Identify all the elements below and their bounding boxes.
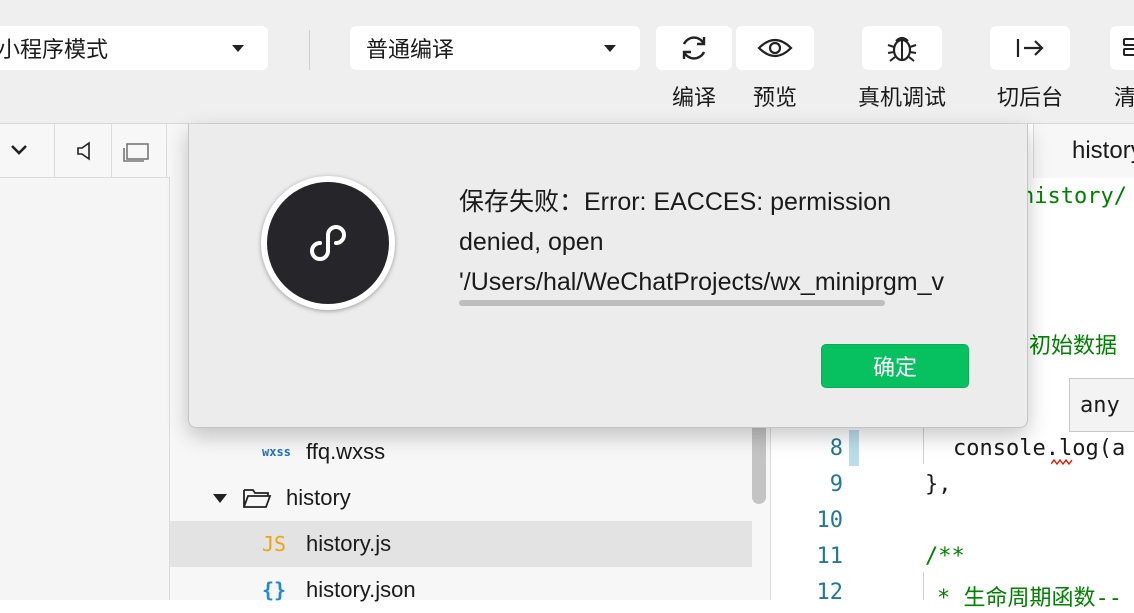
hover-tooltip-text: any [1080, 393, 1120, 418]
compile-mode-select[interactable]: 普通编译 [350, 26, 640, 70]
chevron-down-icon [604, 45, 616, 52]
speaker-icon[interactable] [76, 141, 94, 161]
wxss-file-icon: wxss [262, 445, 291, 459]
save-error-dialog: 保存失败：Error: EACCES: permission denied, o… [188, 124, 1028, 428]
error-squiggle [1051, 458, 1073, 466]
tree-item-label: history.js [306, 531, 392, 556]
editor-tab-history[interactable]: history [1033, 124, 1134, 178]
modified-line-marker [849, 430, 859, 466]
line-number: 10 [816, 508, 844, 533]
line-number: 8 [829, 436, 843, 461]
toolbar-divider [111, 124, 112, 178]
compile-button[interactable] [656, 26, 732, 70]
chevron-down-icon [232, 45, 244, 52]
code-line: /** [925, 544, 965, 569]
toolbar-divider [166, 124, 167, 178]
toolbar-divider [309, 30, 310, 70]
dialog-message-scrollbar[interactable] [459, 300, 885, 306]
dialog-message-line: '/Users/hal/WeChatProjects/wx_miniprgm_v [459, 268, 945, 296]
ok-button-label: 确定 [872, 355, 917, 380]
window-icon[interactable] [122, 142, 150, 162]
mini-program-icon [310, 225, 346, 261]
toolbar-divider [54, 124, 55, 178]
editor-tab-label: history [1072, 137, 1134, 164]
ok-button[interactable]: 确定 [821, 344, 969, 388]
json-file-icon: {} [262, 578, 287, 602]
app-logo-inner [267, 182, 389, 304]
compile-mode-value: 普通编译 [366, 37, 455, 62]
preview-button-label: 预览 [752, 85, 797, 110]
bug-icon [887, 36, 917, 62]
hover-tooltip: any [1069, 378, 1134, 432]
chevron-down-icon[interactable] [10, 144, 28, 156]
simulator-toolbar [0, 124, 170, 178]
mode-select-value: 小程序模式 [0, 37, 109, 62]
exit-arrow-icon [1016, 39, 1044, 57]
file-tree-scrollbar[interactable] [752, 418, 766, 504]
js-file-icon: JS [262, 532, 287, 556]
code-line: history/ [1021, 184, 1127, 209]
indent-guide [923, 424, 924, 464]
tree-item-ffq-wxss[interactable]: wxss ffq.wxss [170, 429, 752, 475]
tree-item-label: ffq.wxss [306, 439, 386, 464]
tree-item-label: history.json [306, 577, 416, 602]
tree-folder-history[interactable]: history [170, 475, 752, 521]
line-number: 9 [829, 472, 843, 497]
remote-debug-button[interactable] [862, 26, 942, 70]
layers-icon [1123, 38, 1134, 56]
toolbar: 小程序模式 普通编译 编译 预览 真机调试 切后台 清 [0, 0, 1134, 124]
code-line: console.log(a [953, 436, 1126, 461]
remote-debug-button-label: 真机调试 [857, 85, 946, 110]
switch-background-button-label: 切后台 [996, 85, 1063, 110]
dialog-message-line: 保存失败：Error: EACCES: permission [459, 188, 892, 216]
simulator-panel [0, 124, 170, 600]
app-logo [261, 176, 395, 310]
tree-item-history-json[interactable]: {} history.json [170, 567, 752, 613]
switch-background-button[interactable] [990, 26, 1070, 70]
expanded-arrow-icon [213, 494, 227, 503]
clear-cache-button-label: 清 [1114, 85, 1134, 110]
tree-item-label: history [286, 485, 351, 510]
compile-button-label: 编译 [671, 85, 716, 110]
refresh-icon [682, 36, 706, 60]
code-line: }, [925, 472, 952, 497]
dialog-message: 保存失败：Error: EACCES: permission denied, o… [459, 182, 969, 302]
dialog-message-line: denied, open [459, 228, 604, 256]
mode-select[interactable]: 小程序模式 [0, 26, 268, 70]
clear-cache-button[interactable] [1110, 26, 1134, 70]
preview-button[interactable] [736, 26, 814, 70]
code-line: * 生命周期函数-- [937, 586, 1122, 611]
eye-icon [757, 38, 793, 58]
line-number: 12 [816, 580, 844, 605]
indent-guide [923, 572, 924, 600]
folder-open-icon [243, 489, 272, 508]
tree-item-history-js[interactable]: JS history.js [170, 521, 752, 567]
line-number: 11 [816, 544, 844, 569]
